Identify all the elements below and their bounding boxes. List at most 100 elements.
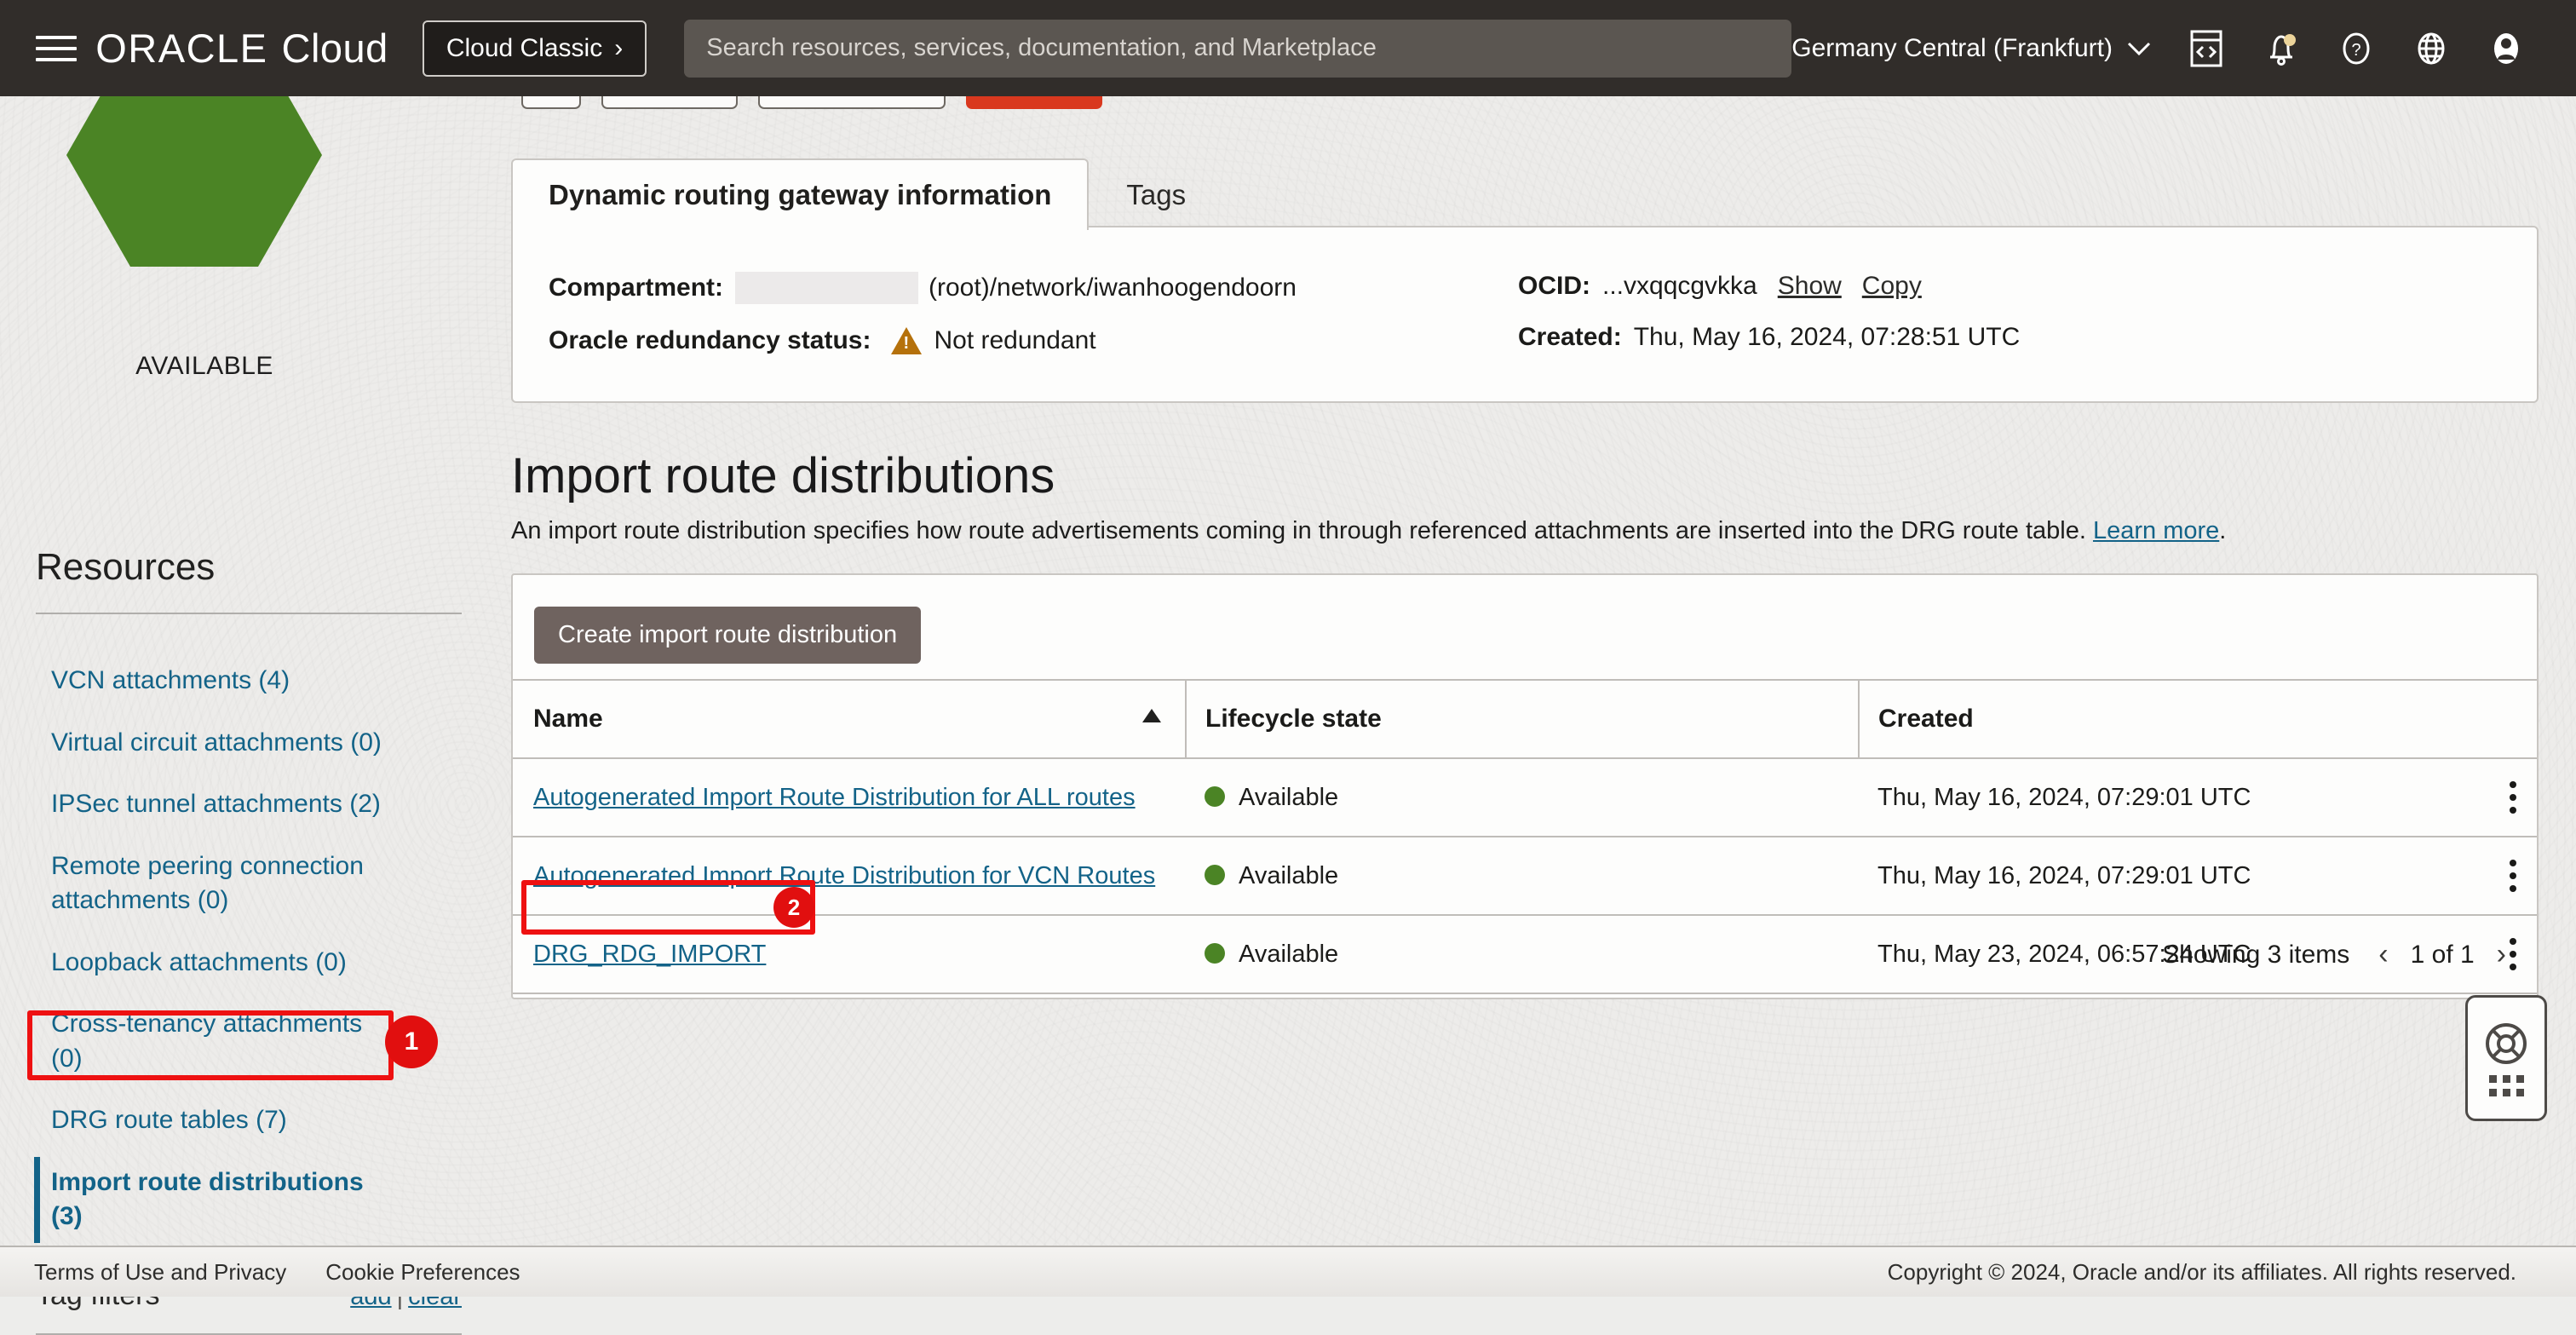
help-question-icon[interactable]: ?: [2336, 28, 2377, 69]
menu-hamburger-icon[interactable]: [36, 32, 77, 66]
table-cell-state: Available: [1186, 837, 1859, 915]
page-description: An import route distribution specifies h…: [511, 517, 2226, 545]
ocid-value: ...vxqqcgvkka: [1602, 272, 1757, 301]
row-actions-kebab-icon[interactable]: [2508, 860, 2518, 892]
code-editor-icon[interactable]: [2186, 28, 2227, 69]
annotation-badge-2: 2: [773, 887, 814, 928]
status-dot-icon: [1205, 865, 1225, 885]
column-header-lifecycle-state[interactable]: Lifecycle state: [1186, 680, 1859, 758]
cloud-classic-button[interactable]: Cloud Classic ›: [423, 20, 647, 77]
sidebar-item-virtual-circuit-attachments[interactable]: Virtual circuit attachments (0): [0, 712, 400, 774]
status-label: AVAILABLE: [0, 352, 409, 381]
cloud-classic-label: Cloud Classic: [446, 34, 602, 63]
chevron-right-icon: ›: [614, 34, 623, 63]
tab-tags[interactable]: Tags: [1089, 158, 1223, 230]
ocid-show-link[interactable]: Show: [1778, 272, 1842, 301]
row-link-name[interactable]: Autogenerated Import Route Distribution …: [533, 862, 1155, 889]
table-cell-state: Available: [1186, 915, 1859, 993]
row-actions-kebab-icon[interactable]: [2508, 938, 2518, 970]
notification-badge: [2284, 34, 2296, 46]
status-dot-icon: [1205, 786, 1225, 807]
create-import-route-distribution-button[interactable]: Create import route distribution: [534, 607, 921, 664]
sidebar-item-loopback-attachments[interactable]: Loopback attachments (0): [0, 932, 400, 994]
import-route-distributions-table-card: Create import route distribution Name Li…: [511, 573, 2539, 999]
logo-oracle-text: ORACLE: [95, 25, 267, 72]
table-cell-name: Autogenerated Import Route Distribution …: [513, 837, 1186, 915]
page-title: Import route distributions: [511, 447, 1055, 504]
column-header-name[interactable]: Name: [513, 680, 1186, 758]
table-row: Autogenerated Import Route Distribution …: [513, 837, 2537, 915]
info-column-left: Compartment: (root)/network/iwanhoogendo…: [549, 272, 1297, 377]
page-footer: Terms of Use and Privacy Cookie Preferen…: [0, 1246, 2576, 1297]
compartment-label: Compartment:: [549, 273, 723, 302]
compartment-value: (root)/network/iwanhoogendoorn: [929, 273, 1297, 302]
sort-ascending-icon: [1142, 709, 1161, 722]
page-indicator: 1 of 1: [2411, 941, 2475, 970]
oracle-cloud-logo[interactable]: ORACLE Cloud: [95, 25, 388, 72]
info-column-right: OCID: ...vxqqcgvkka Show Copy Created: T…: [1518, 272, 2020, 374]
annotation-badge-1: 1: [385, 1016, 438, 1068]
state-label: Available: [1239, 941, 1338, 968]
left-sidebar: AVAILABLE Resources VCN attachments (4) …: [0, 96, 503, 1297]
column-header-created[interactable]: Created: [1859, 680, 2489, 758]
state-label: Available: [1239, 862, 1338, 889]
region-selector[interactable]: Germany Central (Frankfurt): [1791, 34, 2152, 63]
pager: ‹ 1 of 1 ›: [2378, 938, 2506, 971]
table-cell-created: Thu, May 16, 2024, 07:29:01 UTC: [1859, 837, 2489, 915]
status-hexagon-wrap: [0, 96, 503, 267]
globe-language-icon[interactable]: [2411, 28, 2452, 69]
table-cell-created: Thu, May 16, 2024, 07:29:01 UTC: [1859, 758, 2489, 837]
global-search-box[interactable]: [684, 20, 1791, 78]
table-cell-name: DRG_RDG_IMPORT: [513, 915, 1186, 993]
table-cell-name: Autogenerated Import Route Distribution …: [513, 758, 1186, 837]
resources-divider: [36, 613, 462, 614]
created-label: Created:: [1518, 323, 1622, 352]
support-help-widget[interactable]: [2465, 995, 2547, 1121]
description-suffix: .: [2219, 517, 2226, 544]
footer-cookie-link[interactable]: Cookie Preferences: [325, 1259, 520, 1286]
row-link-drg-rdg-import[interactable]: DRG_RDG_IMPORT: [533, 941, 766, 968]
notifications-bell-icon[interactable]: [2261, 28, 2302, 69]
sidebar-item-remote-peering-connection-attachments[interactable]: Remote peering connection attachments (0…: [0, 836, 400, 932]
page-previous-icon[interactable]: ‹: [2378, 938, 2388, 971]
created-value: Thu, May 16, 2024, 07:28:51 UTC: [1634, 323, 2021, 352]
lifebuoy-support-icon: [2483, 1021, 2529, 1067]
logo-cloud-text: Cloud: [282, 25, 388, 72]
compartment-redaction: [735, 272, 918, 304]
top-bar-actions: Germany Central (Frankfurt) ?: [1791, 28, 2552, 69]
row-link-name[interactable]: Autogenerated Import Route Distribution …: [533, 784, 1136, 811]
warning-triangle-icon: [891, 327, 922, 354]
sidebar-item-cross-tenancy-attachments[interactable]: Cross-tenancy attachments (0): [0, 993, 400, 1090]
table-cell-actions: [2489, 758, 2537, 837]
column-header-name-label: Name: [533, 705, 603, 733]
table-cell-state: Available: [1186, 758, 1859, 837]
sidebar-item-ipsec-tunnel-attachments[interactable]: IPSec tunnel attachments (2): [0, 774, 400, 836]
redundancy-label: Oracle redundancy status:: [549, 326, 871, 355]
sidebar-item-vcn-attachments[interactable]: VCN attachments (4): [0, 650, 400, 712]
showing-items-label: Showing 3 items: [2162, 941, 2349, 970]
ocid-copy-link[interactable]: Copy: [1862, 272, 1922, 301]
page-next-icon[interactable]: ›: [2497, 938, 2506, 971]
row-actions-kebab-icon[interactable]: [2508, 781, 2518, 814]
resources-list: VCN attachments (4) Virtual circuit atta…: [0, 650, 477, 1309]
table-row: Autogenerated Import Route Distribution …: [513, 758, 2537, 837]
table-pagination: Showing 3 items ‹ 1 of 1 ›: [2162, 938, 2506, 971]
tab-dynamic-routing-gateway-information[interactable]: Dynamic routing gateway information: [511, 158, 1089, 230]
search-input[interactable]: [706, 34, 1769, 62]
sidebar-item-import-route-distributions[interactable]: Import route distributions (3): [0, 1152, 400, 1248]
created-row: Created: Thu, May 16, 2024, 07:28:51 UTC: [1518, 323, 2020, 352]
column-header-actions: [2489, 680, 2537, 758]
user-avatar-icon[interactable]: [2486, 28, 2527, 69]
table-cell-actions: [2489, 837, 2537, 915]
app-grid-icon[interactable]: [2489, 1075, 2524, 1096]
detail-tabs: Dynamic routing gateway information Tags: [511, 158, 1223, 230]
drg-information-card: Compartment: (root)/network/iwanhoogendo…: [511, 226, 2539, 403]
state-label: Available: [1239, 784, 1338, 811]
redundancy-value: Not redundant: [934, 326, 1095, 355]
footer-terms-link[interactable]: Terms of Use and Privacy: [34, 1259, 286, 1286]
learn-more-link[interactable]: Learn more: [2093, 517, 2219, 544]
svg-text:?: ?: [2351, 41, 2360, 60]
sidebar-item-drg-route-tables[interactable]: DRG route tables (7): [0, 1090, 400, 1152]
ocid-label: OCID:: [1518, 272, 1590, 301]
footer-copyright: Copyright © 2024, Oracle and/or its affi…: [1888, 1259, 2542, 1286]
